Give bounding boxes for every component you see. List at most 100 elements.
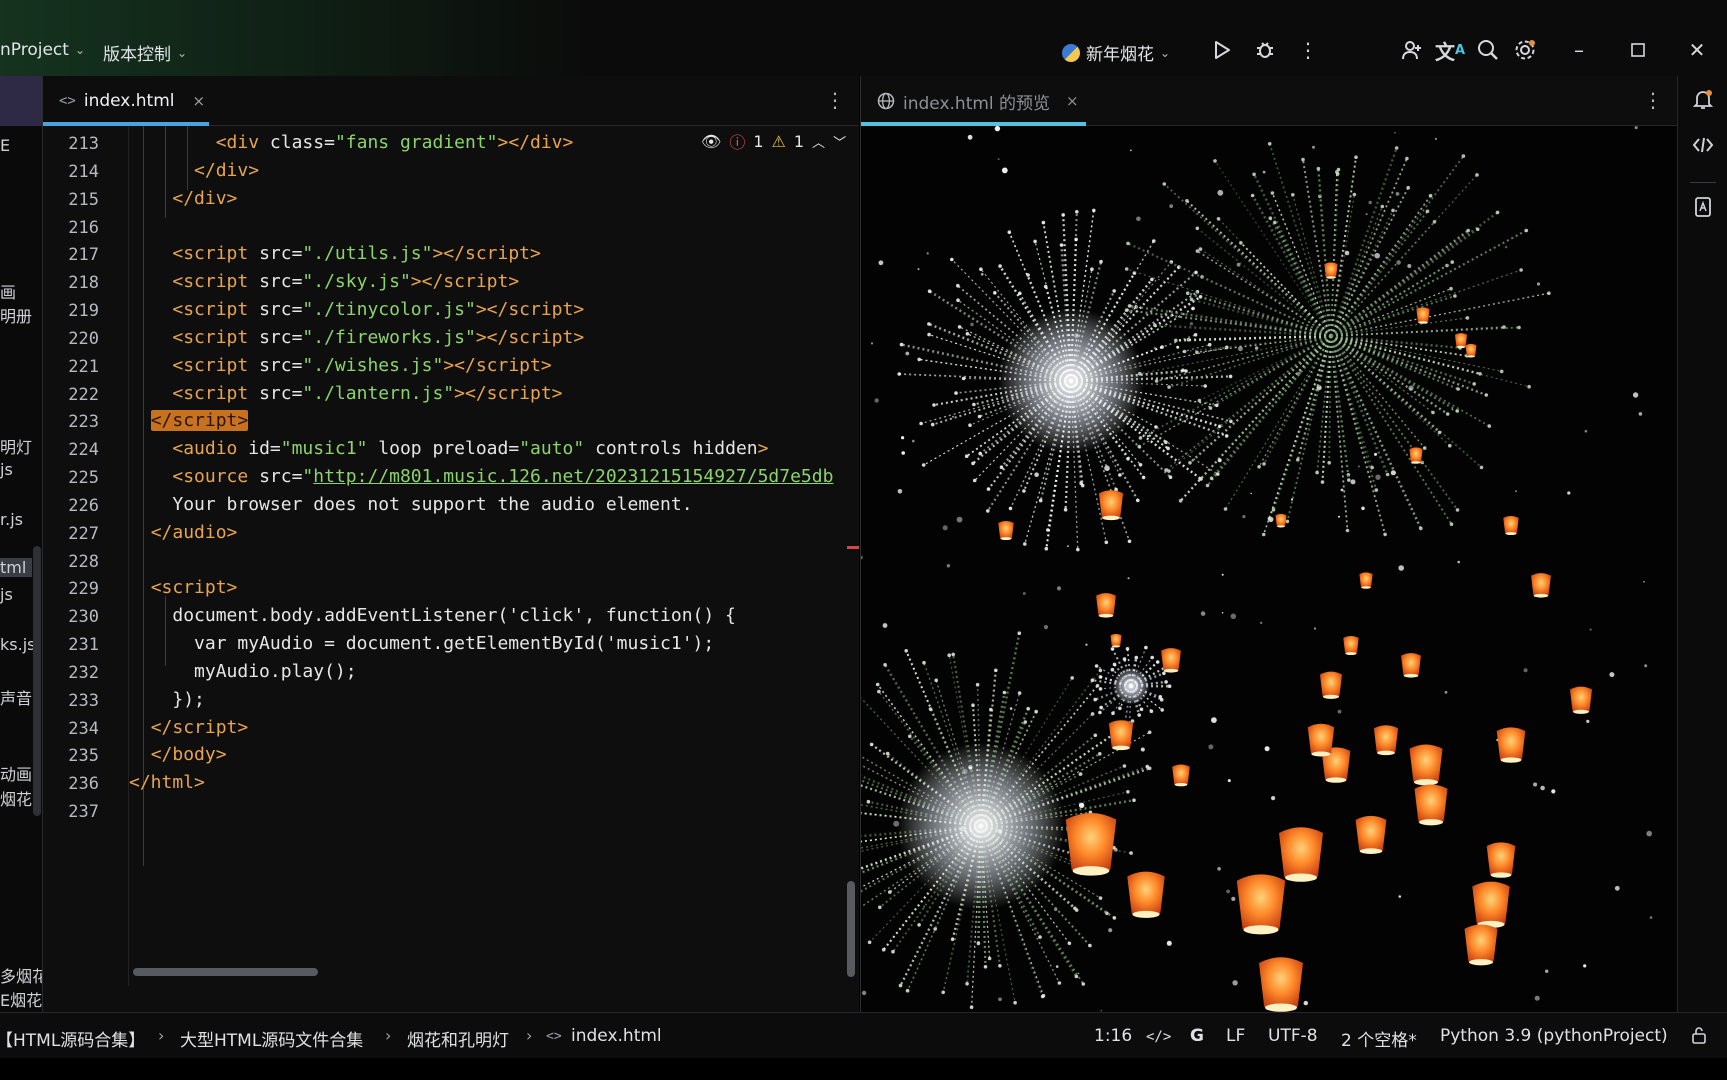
code-line: <div class="fans gradient"></div> (215, 132, 574, 153)
chevron-down-icon: ⌄ (1160, 45, 1171, 60)
minimize-icon[interactable]: – (1565, 36, 1593, 64)
breadcrumb-item[interactable]: index.html (571, 1026, 662, 1046)
run-icon[interactable] (1208, 36, 1236, 64)
sky-lantern (1098, 490, 1124, 521)
star-dot (1166, 940, 1172, 946)
star-dot (997, 158, 1000, 161)
more-icon[interactable]: ⋮ (1643, 88, 1663, 112)
debug-icon[interactable] (1251, 36, 1279, 64)
project-item[interactable]: 画 (0, 279, 16, 303)
line-number-gutter: 213 214 215 216 217 218 219 220 221 222 … (43, 126, 129, 986)
star-dot (1043, 625, 1049, 630)
code-insight-icon[interactable]: </> (1146, 1029, 1171, 1045)
star-dot (1638, 412, 1643, 416)
close-icon[interactable]: ✕ (1683, 36, 1711, 64)
close-tab-icon[interactable]: × (193, 92, 206, 110)
eye-icon[interactable]: 👁 (701, 132, 721, 151)
html-file-icon: <> (59, 93, 76, 109)
project-switcher[interactable]: nProject ⌄ (0, 40, 85, 60)
error-stripe-marker[interactable] (847, 546, 859, 549)
document-icon[interactable] (1690, 194, 1716, 220)
star-dot (1586, 719, 1590, 724)
add-user-icon[interactable] (1398, 36, 1426, 64)
star-dot (1260, 621, 1263, 624)
project-item[interactable]: js (0, 460, 13, 479)
more-icon[interactable]: ⋮ (825, 88, 845, 112)
sky-lantern (1409, 744, 1443, 786)
star-dot (1514, 490, 1517, 493)
bottom-edge (0, 1058, 1727, 1080)
star-dot (1457, 560, 1460, 564)
settings-icon[interactable] (1511, 36, 1539, 64)
breadcrumb-item[interactable]: 大型HTML源码文件合集 (180, 1026, 363, 1051)
star-dot (1085, 643, 1088, 646)
error-count: 1 (753, 131, 764, 151)
breadcrumb-item[interactable]: 烟花和孔明灯 (407, 1026, 509, 1051)
vcs-menu[interactable]: 版本控制 ⌄ (103, 40, 187, 65)
star-dot (1290, 498, 1294, 501)
star-dot (1034, 472, 1039, 478)
project-scrollbar[interactable] (33, 546, 41, 816)
project-name: nProject (0, 40, 69, 60)
breadcrumb-item[interactable]: 【HTML源码合集】 (0, 1026, 145, 1051)
lock-icon[interactable] (1690, 1026, 1708, 1049)
star-dot (1614, 885, 1620, 891)
project-item[interactable]: r.js (0, 510, 23, 529)
star-dot (1375, 474, 1381, 480)
horizontal-scrollbar[interactable] (133, 968, 318, 976)
notifications-icon[interactable] (1690, 86, 1716, 112)
tab-preview[interactable]: index.html 的预览 × (861, 76, 1086, 126)
search-icon[interactable] (1474, 36, 1502, 64)
star-dot (1211, 717, 1217, 723)
code-text-area[interactable]: <div class="fans gradient"></div> </div>… (129, 126, 859, 986)
star-dot (1250, 492, 1252, 495)
project-item[interactable]: 多烟花 (0, 963, 42, 987)
chevron-down-icon[interactable]: ﹀ (833, 132, 846, 151)
code-with-me-icon[interactable] (1690, 132, 1716, 158)
sky-lantern (1570, 686, 1592, 714)
star-dot (923, 905, 925, 908)
python-interpreter[interactable]: Python 3.9 (pythonProject) (1440, 1026, 1668, 1046)
project-item-selected[interactable]: tml (0, 558, 32, 577)
line-ending[interactable]: LF (1226, 1026, 1245, 1046)
project-item[interactable]: 明册 (0, 303, 32, 327)
close-tab-icon[interactable]: × (1066, 92, 1079, 110)
star-dot (1313, 627, 1317, 630)
run-config-selector[interactable]: 新年烟花 ⌄ (1062, 40, 1170, 65)
project-item[interactable]: 声音 (0, 685, 32, 709)
indent-settings[interactable]: 2 个空格* (1341, 1026, 1417, 1051)
star-dot (874, 398, 879, 403)
project-item[interactable]: 动画 (0, 761, 32, 785)
caret-position[interactable]: 1:16 (1094, 1026, 1132, 1046)
line-number: 216 (68, 218, 99, 238)
maximize-icon[interactable] (1624, 36, 1652, 64)
line-number: 224 (68, 440, 99, 460)
fireworks-preview-canvas[interactable] (861, 126, 1677, 1012)
code-line: <source src="http://m801.music.126.net/2… (172, 466, 834, 487)
star-dot (1444, 690, 1448, 694)
project-item[interactable]: 烟花 (0, 786, 32, 810)
tab-index-html[interactable]: <> index.html × (43, 76, 209, 126)
editor-tab-bar: <> index.html × ⋮ (43, 76, 859, 126)
project-item[interactable]: ks.js (0, 635, 35, 654)
sky-lantern (1324, 262, 1338, 279)
more-icon[interactable]: ⋮ (1294, 36, 1322, 64)
project-item[interactable]: js (0, 585, 13, 604)
project-item[interactable]: E烟花 (0, 987, 42, 1011)
project-item[interactable]: 明灯 (0, 434, 32, 458)
globe-icon (877, 92, 895, 110)
translate-icon[interactable]: 文A (1435, 36, 1465, 64)
star-dot (1340, 488, 1344, 492)
code-line: var myAudio = document.getElementById('m… (194, 633, 715, 654)
sky-lantern (1496, 727, 1526, 763)
chevron-up-icon[interactable]: ︿ (812, 132, 825, 151)
grazie-icon[interactable]: G (1190, 1026, 1204, 1046)
inspection-widget[interactable]: 👁 ⓘ 1 ⚠ 1 ︿ ﹀ (701, 126, 847, 156)
browser-preview: index.html 的预览 × ⋮ (860, 76, 1677, 1012)
chevron-right-icon: › (526, 1026, 533, 1045)
sky-lantern (1236, 874, 1286, 935)
project-item[interactable]: E (0, 136, 10, 155)
star-dot (1226, 889, 1230, 894)
file-encoding[interactable]: UTF-8 (1268, 1026, 1318, 1046)
vertical-scrollbar[interactable] (847, 881, 855, 977)
